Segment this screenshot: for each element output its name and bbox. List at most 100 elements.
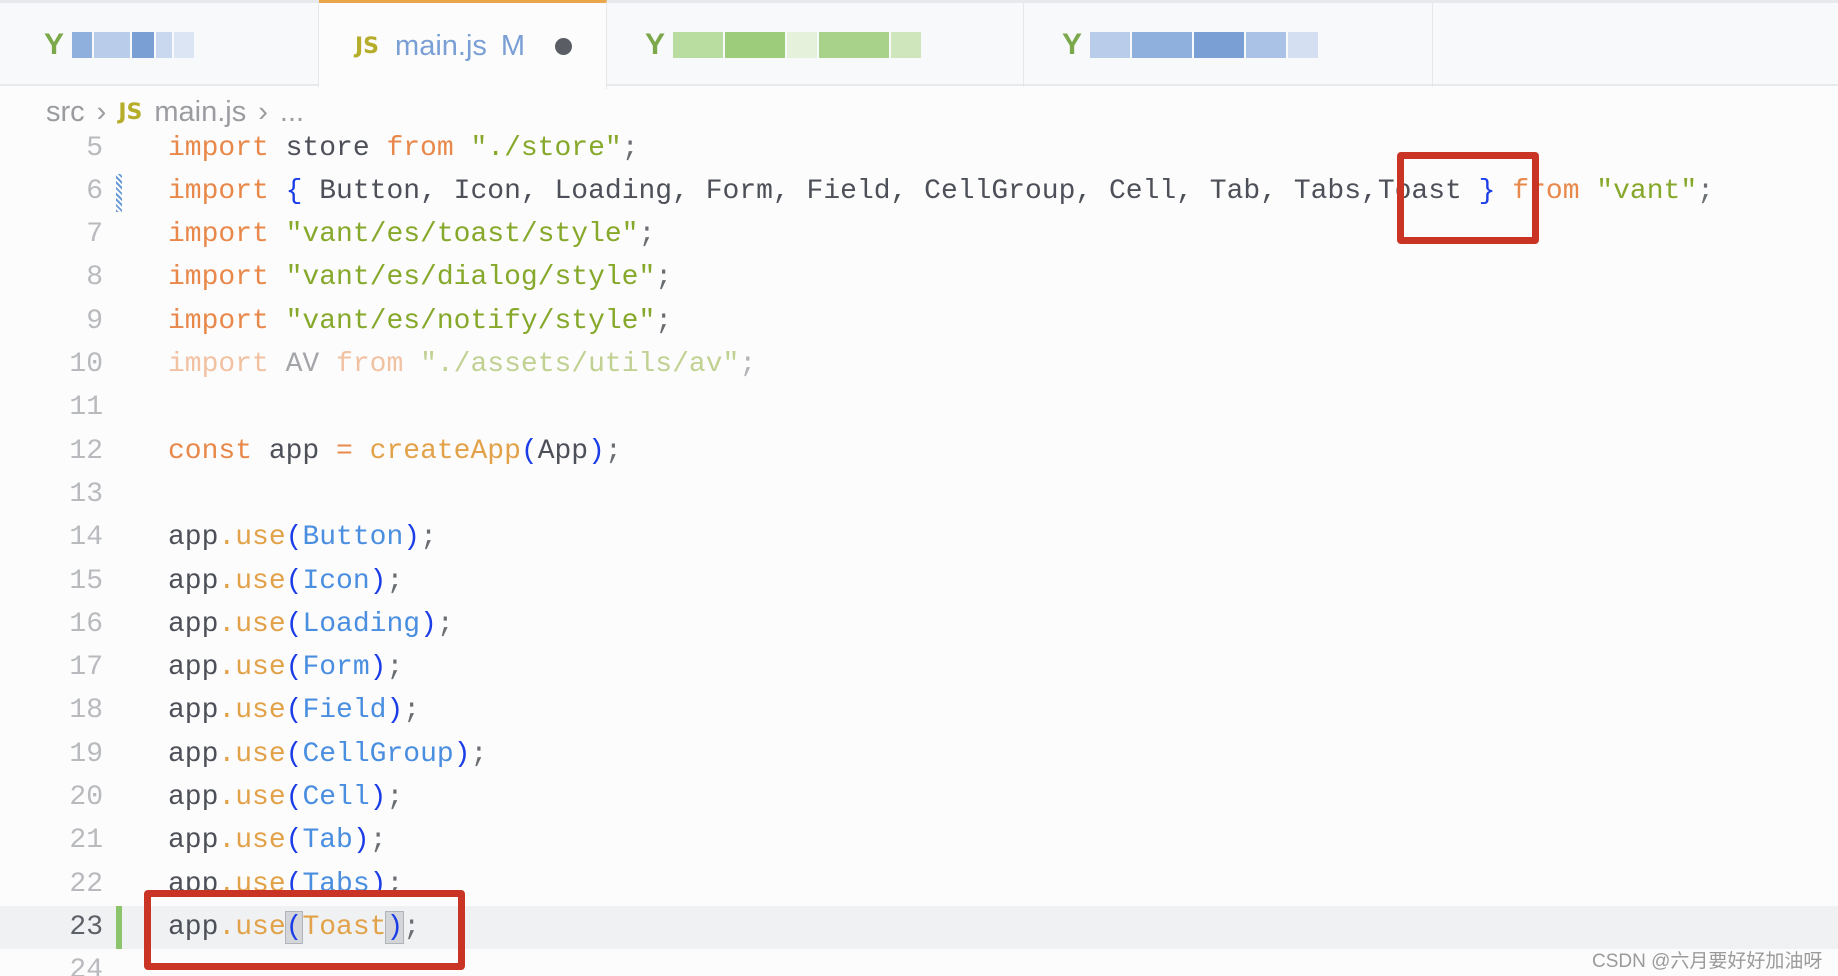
code-line[interactable]: 16 app.use(Loading);	[0, 603, 1838, 646]
code-line[interactable]: 9 import "vant/es/notify/style";	[0, 300, 1838, 343]
line-number: 14	[69, 522, 103, 554]
code-line[interactable]: 11	[0, 386, 1838, 429]
watermark: CSDN @六月要好好加油呀	[1592, 951, 1823, 972]
code-text: app.use(Tab);	[168, 819, 387, 862]
code-token: (	[285, 522, 303, 554]
code-token: .use	[218, 608, 286, 640]
code-token: ;	[386, 782, 404, 813]
code-line[interactable]: 15 app.use(Icon);	[0, 560, 1838, 603]
code-token: Form	[302, 652, 370, 684]
code-token: Cell	[302, 782, 370, 813]
code-token: import	[168, 349, 269, 380]
code-token: AV	[268, 349, 337, 380]
line-number: 6	[86, 175, 103, 207]
code-token: Loading	[302, 608, 421, 640]
line-number: 21	[69, 825, 103, 857]
tab-blurred-2[interactable]: Y	[607, 3, 1024, 87]
code-line[interactable]: 19 app.use(CellGroup);	[0, 733, 1838, 776]
code-line[interactable]: 20 app.use(Cell);	[0, 776, 1838, 819]
code-token: (	[285, 565, 303, 597]
line-number: 17	[69, 652, 103, 684]
code-token: ;	[655, 305, 673, 337]
code-token: )	[369, 782, 387, 813]
line-number: 12	[69, 435, 103, 467]
code-line[interactable]: 18 app.use(Field);	[0, 689, 1838, 732]
js-file-icon: JS	[355, 33, 380, 59]
gutter-modified-marker[interactable]	[116, 173, 122, 212]
code-token: .use	[218, 695, 286, 727]
tab-main-js[interactable]: JS main.js M	[319, 0, 607, 89]
code-token: "./assets/utils/av"	[403, 349, 740, 380]
modified-badge: M	[500, 29, 526, 62]
code-token: "vant/es/notify/style"	[268, 305, 656, 337]
code-token: .use	[218, 738, 286, 770]
code-line[interactable]: 14 app.use(Button);	[0, 516, 1838, 559]
line-number: 15	[69, 565, 103, 597]
code-token: createApp	[369, 435, 521, 467]
code-token: import	[168, 175, 269, 207]
line-number: 7	[86, 219, 103, 251]
code-token: Tab	[302, 825, 353, 857]
code-line[interactable]: 7 import "vant/es/toast/style";	[0, 213, 1838, 256]
vue-file-icon: Y	[44, 28, 65, 61]
code-editor[interactable]: 5 import store from "./store"; 6 import { B…	[0, 135, 1838, 976]
code-line[interactable]: 21 app.use(Tab);	[0, 819, 1838, 862]
code-token: app	[168, 738, 219, 770]
code-token: "vant"	[1579, 175, 1698, 207]
code-token: .use	[218, 652, 286, 684]
code-token: ;	[470, 738, 488, 770]
code-text: app.use(Cell);	[168, 776, 403, 819]
line-number: 11	[69, 392, 103, 424]
code-text: import "vant/es/toast/style";	[168, 213, 655, 256]
code-text: app.use(Form);	[168, 646, 403, 689]
code-text: app.use(Loading);	[168, 603, 454, 646]
code-token: )	[403, 522, 421, 554]
code-line[interactable]: 13	[0, 473, 1838, 516]
breadcrumb-folder[interactable]: src	[46, 96, 85, 129]
vue-file-icon: Y	[645, 28, 666, 61]
line-number: 24	[69, 955, 103, 976]
blurred-tab-label	[673, 32, 922, 58]
tab-bar: Y JS main.js M Y Y	[0, 0, 1838, 89]
code-token: app	[168, 652, 219, 684]
code-line[interactable]: 5 import store from "./store";	[0, 135, 1838, 170]
code-token: "vant/es/dialog/style"	[268, 262, 656, 294]
line-number: 22	[69, 868, 103, 900]
breadcrumb-file[interactable]: main.js	[154, 96, 246, 129]
code-token: App	[537, 435, 589, 467]
code-token: ;	[386, 565, 404, 597]
code-text: import "vant/es/notify/style";	[168, 300, 672, 343]
code-token: app	[168, 782, 219, 813]
annotation-box-use-toast	[144, 890, 465, 970]
breadcrumb-more[interactable]: ...	[280, 96, 304, 129]
code-text: app.use(Field);	[168, 689, 420, 732]
unsaved-dot-icon[interactable]	[555, 37, 573, 55]
code-token: store	[268, 135, 387, 164]
code-token: Field	[302, 695, 387, 727]
code-token: )	[369, 652, 387, 684]
code-line[interactable]: 8 import "vant/es/dialog/style";	[0, 256, 1838, 299]
line-number: 18	[69, 695, 103, 727]
tab-blurred-1[interactable]: Y	[6, 3, 319, 87]
code-token: (	[285, 608, 303, 640]
code-token: "vant/es/toast/style"	[268, 219, 639, 251]
code-line[interactable]: 12 const app = createApp(App);	[0, 430, 1838, 473]
code-text: const app = createApp(App);	[168, 430, 622, 473]
code-token: app	[168, 825, 219, 857]
code-text: app.use(Icon);	[168, 560, 403, 603]
code-line[interactable]: 6 import { Button, Icon, Loading, Form, F…	[0, 170, 1838, 213]
code-token: (	[285, 782, 303, 813]
code-text: app.use(Button);	[168, 516, 437, 559]
breadcrumb: src › JS main.js › ...	[46, 96, 304, 129]
code-token: Icon	[302, 565, 370, 597]
code-token: ;	[621, 135, 639, 164]
code-line[interactable]: 10 import AV from "./assets/utils/av";	[0, 343, 1838, 386]
code-token: .use	[218, 565, 286, 597]
code-token: app	[168, 565, 219, 597]
gutter-added-marker[interactable]	[116, 905, 122, 949]
code-line[interactable]: 17 app.use(Form);	[0, 646, 1838, 689]
code-token: {	[285, 175, 303, 207]
tab-blurred-3[interactable]: Y	[1024, 3, 1433, 87]
vue-file-icon: Y	[1062, 28, 1083, 61]
